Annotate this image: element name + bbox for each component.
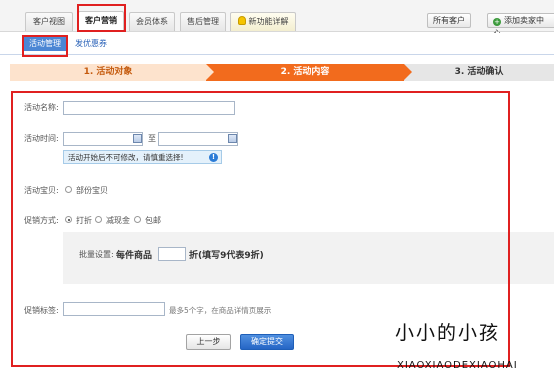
sub-nav: 活动管理 发优惠券 (0, 33, 554, 55)
step-arrow (206, 64, 214, 80)
tab-after-sales[interactable]: 售后管理 (180, 12, 226, 31)
step-indicator: 1. 活动对象 2. 活动内容 3. 活动确认 (10, 64, 554, 81)
watermark-subtitle: XIAOXIAODEXIAOHAI (397, 360, 518, 371)
plus-icon: + (493, 18, 501, 26)
tab-customer-marketing[interactable]: 客户营销 (78, 11, 124, 32)
step-1: 1. 活动对象 (10, 64, 206, 81)
tab-customer-view[interactable]: 客户视图 (25, 12, 73, 31)
step-2: 2. 活动内容 (206, 64, 404, 81)
top-nav: 客户视图 客户营销 会员体系 售后管理 新功能详解 所有客户 +添加卖家中心 (0, 0, 554, 38)
all-customers-button[interactable]: 所有客户 (427, 13, 471, 28)
tab-new-features[interactable]: 新功能详解 (230, 12, 296, 31)
add-seller-center-button[interactable]: +添加卖家中心 (487, 13, 554, 38)
subtab-issue-coupon[interactable]: 发优惠券 (70, 37, 112, 51)
step-arrow (404, 64, 412, 80)
lightbulb-icon (237, 16, 246, 25)
watermark-title: 小小的小孩 (395, 322, 501, 344)
tab-member-system[interactable]: 会员体系 (129, 12, 175, 31)
subtab-activity-management[interactable]: 活动管理 (24, 37, 66, 51)
step-3: 3. 活动确认 (404, 64, 554, 81)
